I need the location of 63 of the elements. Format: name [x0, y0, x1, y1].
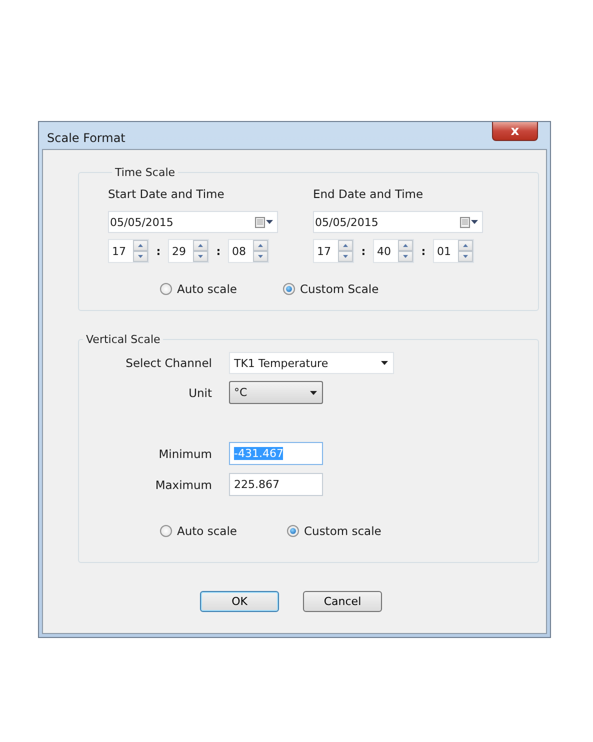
radio-button[interactable] — [160, 525, 172, 537]
date-field[interactable]: 05/05/2015 — [313, 211, 483, 233]
spin-up-button[interactable] — [133, 240, 148, 251]
down-arrow-icon — [138, 255, 143, 258]
field-label: Minimum — [158, 446, 213, 460]
time-spinner[interactable]: 29 — [168, 239, 209, 263]
up-arrow-icon — [198, 244, 203, 247]
caret-icon — [310, 390, 317, 394]
radio-button[interactable] — [160, 283, 172, 295]
up-arrow-icon — [343, 244, 348, 247]
down-arrow-icon — [463, 255, 468, 258]
down-arrow-icon — [343, 255, 348, 258]
window-title: Scale Format — [47, 131, 126, 145]
time-spinner[interactable]: 17 — [108, 239, 149, 263]
spin-up-button[interactable] — [458, 240, 473, 251]
time-separator: : — [155, 244, 162, 258]
radio-label: Auto scale — [177, 282, 237, 296]
field-label: End Date and Time — [313, 187, 424, 201]
channel-dropdown[interactable]: TK1 Temperature — [229, 352, 394, 374]
time-separator: : — [420, 244, 427, 258]
group-title: Time Scale — [114, 166, 176, 179]
down-arrow-icon — [258, 255, 263, 258]
group-title: Vertical Scale — [85, 333, 162, 346]
number-field[interactable]: 225.867 — [229, 473, 323, 496]
up-arrow-icon — [463, 244, 468, 247]
radio-button[interactable] — [287, 525, 299, 537]
time-spinner[interactable]: 01 — [433, 239, 474, 263]
time-spinner[interactable]: 40 — [373, 239, 414, 263]
radio-button[interactable] — [283, 283, 295, 295]
field-label: Start Date and Time — [108, 187, 226, 201]
up-arrow-icon — [403, 244, 408, 247]
spin-up-button[interactable] — [253, 240, 268, 251]
field-label: Maximum — [154, 478, 213, 492]
up-arrow-icon — [138, 244, 143, 247]
ok-button[interactable]: OK — [200, 591, 279, 612]
up-arrow-icon — [258, 244, 263, 247]
time-separator: : — [360, 244, 367, 258]
spin-down-button[interactable] — [458, 251, 473, 262]
field-label: Unit — [188, 386, 213, 400]
time-spinner[interactable]: 17 — [313, 239, 354, 263]
spin-down-button[interactable] — [133, 251, 148, 262]
time-separator: : — [215, 244, 222, 258]
spin-down-button[interactable] — [193, 251, 208, 262]
down-arrow-icon — [403, 255, 408, 258]
spin-up-button[interactable] — [338, 240, 353, 251]
spin-down-button[interactable] — [398, 251, 413, 262]
spin-up-button[interactable] — [193, 240, 208, 251]
spin-up-button[interactable] — [398, 240, 413, 251]
close-button[interactable]: x — [492, 122, 538, 141]
field-label: Select Channel — [124, 356, 213, 370]
radio-label: Auto scale — [177, 524, 237, 538]
spin-down-button[interactable] — [253, 251, 268, 262]
time-spinner[interactable]: 08 — [228, 239, 269, 263]
calendar-dropdown-icon[interactable] — [255, 216, 273, 228]
date-field[interactable]: 05/05/2015 — [108, 211, 278, 233]
cancel-button[interactable]: Cancel — [303, 591, 382, 612]
radio-label: Custom scale — [304, 524, 382, 538]
unit-dropdown[interactable]: °C — [229, 381, 323, 404]
calendar-dropdown-icon[interactable] — [460, 216, 478, 228]
spin-down-button[interactable] — [338, 251, 353, 262]
caret-icon — [381, 361, 388, 365]
down-arrow-icon — [198, 255, 203, 258]
radio-label: Custom Scale — [300, 282, 379, 296]
